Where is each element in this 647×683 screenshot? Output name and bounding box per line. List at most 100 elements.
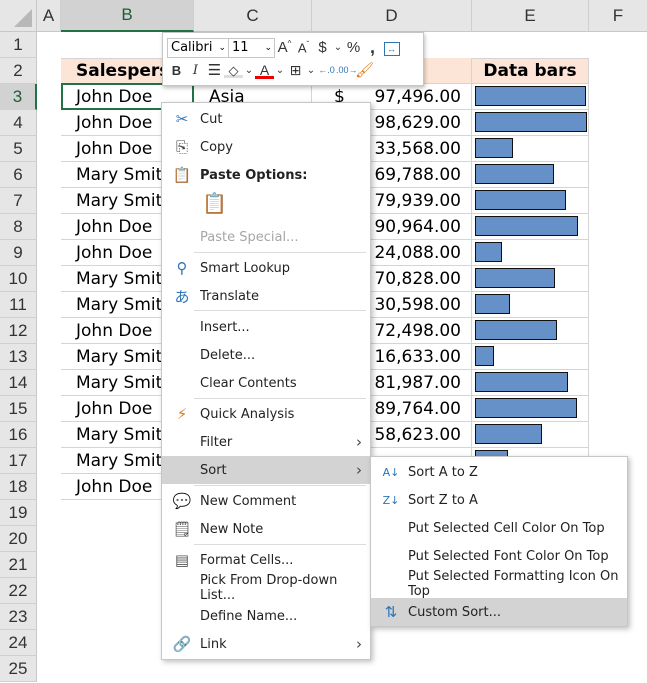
menu-item-label: Filter (200, 434, 233, 450)
row-header-8[interactable]: 8 (0, 214, 37, 240)
format-painter-icon[interactable]: 🖌 (355, 61, 374, 79)
row-header-10[interactable]: 10 (0, 266, 37, 292)
column-header-b[interactable]: B (61, 0, 194, 32)
increase-font-size-icon[interactable]: A^ (275, 39, 294, 56)
borders-icon[interactable]: ⊞ (286, 62, 305, 79)
row-header-7[interactable]: 7 (0, 188, 37, 214)
row-header-17[interactable]: 17 (0, 448, 37, 474)
menu-item-sort-a-to-z[interactable]: A↓ Sort A to Z (371, 458, 627, 486)
menu-item-insert[interactable]: Insert... (162, 313, 370, 341)
select-all-corner[interactable] (0, 0, 37, 32)
menu-item-new-comment[interactable]: 💬 New Comment (162, 487, 370, 515)
accounting-format-icon[interactable]: $ (313, 39, 332, 56)
row-header-13[interactable]: 13 (0, 344, 37, 370)
font-color-icon[interactable]: A (255, 62, 274, 79)
row-header-2[interactable]: 2 (0, 58, 37, 84)
row-header-19[interactable]: 19 (0, 500, 37, 526)
scissors-icon: ✂ (175, 110, 189, 128)
sort-z-a-icon: Z↓ (382, 493, 400, 507)
column-header-a[interactable]: A (37, 0, 61, 32)
font-name-dropdown[interactable]: Calibri ⌄ (167, 37, 229, 58)
row-header-20[interactable]: 20 (0, 526, 37, 552)
italic-icon[interactable]: I (186, 63, 205, 78)
menu-item-smart-lookup[interactable]: ⚲ Smart Lookup (162, 254, 370, 282)
fill-color-icon[interactable]: ◇ (224, 63, 243, 78)
row-header-11[interactable]: 11 (0, 292, 37, 318)
menu-item-sort[interactable]: Sort › (162, 456, 370, 484)
menu-item-label: Put Selected Cell Color On Top (408, 520, 605, 536)
menu-item-label: Translate (200, 288, 260, 304)
column-header-f[interactable]: F (589, 0, 647, 32)
paste-keep-formatting-icon[interactable]: 📋 (202, 191, 227, 216)
chevron-down-icon[interactable]: ⌄ (305, 65, 317, 76)
chevron-down-icon[interactable]: ⌄ (274, 65, 286, 76)
chevron-down-icon: ⌄ (218, 42, 226, 53)
column-header-e[interactable]: E (472, 0, 589, 32)
row-header-24[interactable]: 24 (0, 630, 37, 656)
menu-item-paste-special: Paste Special... (162, 223, 370, 251)
chevron-right-icon: › (356, 461, 362, 479)
menu-item-label: Custom Sort... (408, 604, 501, 620)
row-header-14[interactable]: 14 (0, 370, 37, 396)
menu-item-delete[interactable]: Delete... (162, 341, 370, 369)
menu-item-label: Put Selected Font Color On Top (408, 548, 609, 564)
copy-icon: ⎘ (175, 138, 188, 156)
column-header-c[interactable]: C (194, 0, 312, 32)
menu-item-copy[interactable]: ⎘ Copy (162, 133, 370, 161)
menu-item-label: Clear Contents (200, 375, 297, 391)
menu-item-filter[interactable]: Filter › (162, 428, 370, 456)
column-header-d[interactable]: D (312, 0, 472, 32)
menu-separator (194, 544, 366, 545)
menu-item-put-selected-cell-color-on-top[interactable]: Put Selected Cell Color On Top (371, 514, 627, 542)
menu-item-link[interactable]: 🔗 Link › (162, 630, 370, 658)
menu-separator (194, 398, 366, 399)
chevron-down-icon[interactable]: ⌄ (332, 42, 344, 53)
bold-icon[interactable]: B (167, 63, 186, 78)
menu-item-label: New Comment (200, 493, 297, 509)
increase-decimal-icon[interactable]: ←.0 (317, 65, 336, 75)
row-header-12[interactable]: 12 (0, 318, 37, 344)
menu-item-define-name[interactable]: Define Name... (162, 602, 370, 630)
font-size-dropdown[interactable]: 11 ⌄ (229, 37, 275, 58)
row-header-3[interactable]: 3 (0, 84, 37, 110)
row-header-23[interactable]: 23 (0, 604, 37, 630)
menu-item-clear-contents[interactable]: Clear Contents (162, 369, 370, 397)
decrease-decimal-icon[interactable]: .00→ (336, 65, 358, 75)
decrease-font-size-icon[interactable]: Aˇ (294, 40, 313, 55)
menu-item-new-note[interactable]: 🗒 New Note (162, 515, 370, 543)
menu-item-cut[interactable]: ✂ Cut (162, 105, 370, 133)
row-header-5[interactable]: 5 (0, 136, 37, 162)
menu-item-custom-sort[interactable]: ⇅ Custom Sort... (371, 598, 627, 626)
row-header-6[interactable]: 6 (0, 162, 37, 188)
custom-sort-icon: ⇅ (384, 603, 398, 621)
row-header-15[interactable]: 15 (0, 396, 37, 422)
menu-item-pick-from-drop-down-list[interactable]: Pick From Drop-down List... (162, 573, 370, 603)
header-data-bars[interactable]: Data bars (472, 58, 589, 84)
menu-item-translate[interactable]: あ Translate (162, 282, 370, 310)
menu-item-put-selected-formatting-icon-on-top[interactable]: Put Selected Formatting Icon On Top (371, 569, 627, 599)
row-header-9[interactable]: 9 (0, 240, 37, 266)
menu-item-sort-z-to-a[interactable]: Z↓ Sort Z to A (371, 486, 627, 514)
merge-center-icon[interactable]: ↔ (382, 39, 401, 56)
new-comment-icon: 💬 (172, 492, 192, 510)
menu-item-label: New Note (200, 521, 264, 537)
row-header-4[interactable]: 4 (0, 110, 37, 136)
row-header-25[interactable]: 25 (0, 656, 37, 682)
row-header-18[interactable]: 18 (0, 474, 37, 500)
chevron-down-icon[interactable]: ⌄ (243, 65, 255, 76)
menu-item-label: Format Cells... (200, 552, 294, 568)
row-header-21[interactable]: 21 (0, 552, 37, 578)
row-header-16[interactable]: 16 (0, 422, 37, 448)
menu-item-label: Pick From Drop-down List... (200, 573, 338, 603)
menu-item-label: Sort Z to A (408, 492, 478, 508)
menu-item-format-cells[interactable]: ▤ Format Cells... (162, 546, 370, 574)
align-center-icon[interactable]: ☰ (205, 61, 224, 79)
comma-style-icon[interactable]: , (363, 37, 382, 58)
row-header-1[interactable]: 1 (0, 32, 37, 58)
menu-item-quick-analysis[interactable]: ⚡ Quick Analysis (162, 400, 370, 428)
menu-item-put-selected-font-color-on-top[interactable]: Put Selected Font Color On Top (371, 542, 627, 570)
font-name-value: Calibri (171, 40, 213, 55)
menu-item-label: Quick Analysis (200, 406, 295, 422)
percent-style-icon[interactable]: % (344, 39, 363, 56)
row-header-22[interactable]: 22 (0, 578, 37, 604)
